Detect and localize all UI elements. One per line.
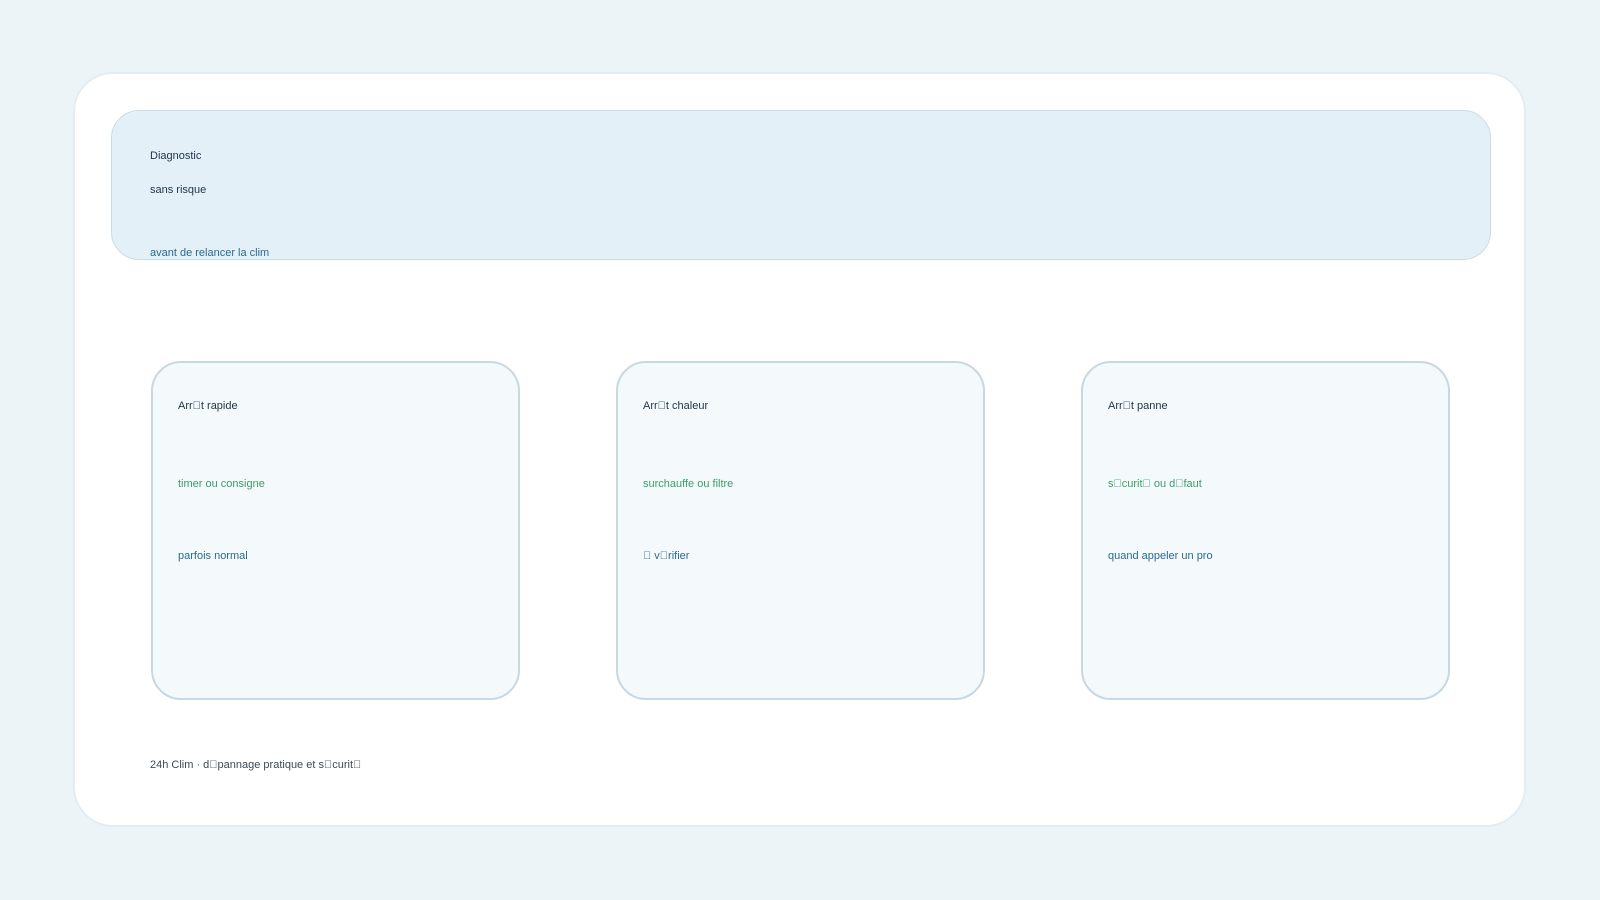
hero-banner	[111, 110, 1491, 260]
card-quick-stop-hint: parfois normal	[178, 550, 248, 562]
hero-title: Diagnostic	[150, 150, 202, 162]
card-quick-stop-title: Arr t rapide	[178, 400, 238, 412]
card-fault-stop-title: Arr t panne	[1108, 400, 1168, 412]
card-heat-stop-cause: surchauffe ou filtre	[643, 478, 734, 490]
hero-note: avant de relancer la clim	[150, 247, 270, 259]
footer-caption: 24h Clim · d pannage pratique et s curit…	[150, 759, 362, 771]
card-heat-stop-hint:   v rifier	[643, 550, 690, 562]
card-fault-stop-cause: s curit  ou d faut	[1108, 478, 1202, 490]
card-fault-stop-hint: quand appeler un pro	[1108, 550, 1213, 562]
card-heat-stop-title: Arr t chaleur	[643, 400, 709, 412]
hero-subtitle: sans risque	[150, 184, 207, 196]
card-quick-stop-cause: timer ou consigne	[178, 478, 265, 490]
